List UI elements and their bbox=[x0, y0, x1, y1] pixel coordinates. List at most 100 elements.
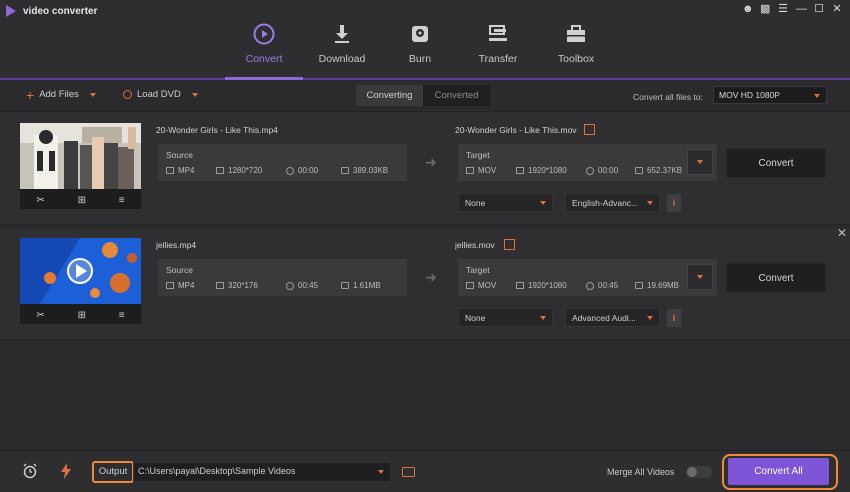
thumbnail-tools: ✂ ⊞ ≡ bbox=[20, 191, 141, 209]
trim-icon[interactable]: ✂ bbox=[36, 310, 44, 321]
target-format-dropdown[interactable] bbox=[687, 149, 713, 175]
crop-icon[interactable]: ⊞ bbox=[78, 195, 86, 206]
source-format-value: MP4 bbox=[178, 166, 195, 175]
menu-icon[interactable]: ☰ bbox=[778, 3, 788, 15]
status-tabs: Converting Converted bbox=[356, 85, 490, 106]
lightning-icon[interactable] bbox=[60, 463, 72, 482]
clock-icon bbox=[286, 281, 294, 290]
info-icon[interactable]: i bbox=[667, 194, 681, 212]
nav-toolbox[interactable]: Toolbox bbox=[537, 18, 615, 80]
source-size: 1.61MB bbox=[341, 281, 381, 290]
source-format: MP4 bbox=[166, 281, 194, 290]
thumbnail-tools: ✂ ⊞ ≡ bbox=[20, 306, 141, 324]
info-icon[interactable]: i bbox=[667, 309, 681, 327]
target-panel: Target MOV 1920*1080 00:00 652.37KB bbox=[458, 144, 717, 181]
arrow-right-icon: ➜ bbox=[425, 269, 437, 285]
toolbar: + Add Files Load DVD Converting Converte… bbox=[0, 80, 850, 112]
nav-download-label: Download bbox=[318, 53, 366, 65]
alarm-clock-icon[interactable] bbox=[22, 463, 38, 482]
window-controls: ☻ ▩ ☰ — ☐ ✕ bbox=[742, 3, 842, 15]
resolution-icon bbox=[516, 167, 524, 174]
convert-button[interactable]: Convert bbox=[726, 148, 826, 178]
chevron-down-icon[interactable] bbox=[89, 92, 96, 97]
minimize-icon[interactable]: — bbox=[796, 3, 807, 15]
arrow-right-icon: ➜ bbox=[425, 154, 437, 170]
target-filename: 20-Wonder Girls - Like This.mov bbox=[455, 125, 577, 135]
chevron-down-icon bbox=[378, 470, 384, 474]
edit-icon[interactable] bbox=[584, 124, 595, 135]
subtitle-select[interactable]: None bbox=[458, 308, 553, 327]
merge-toggle[interactable] bbox=[686, 466, 712, 478]
target-format-value: MOV bbox=[478, 166, 497, 175]
effects-icon[interactable]: ≡ bbox=[119, 310, 125, 321]
source-format: MP4 bbox=[166, 166, 194, 175]
source-format-value: MP4 bbox=[178, 281, 195, 290]
subtitle-select[interactable]: None bbox=[458, 193, 553, 212]
maximize-icon[interactable]: ☐ bbox=[814, 3, 824, 15]
convert-all-button[interactable]: Convert All bbox=[728, 458, 829, 485]
source-duration-value: 00:00 bbox=[298, 166, 319, 175]
source-label: Source bbox=[166, 265, 193, 275]
add-files-label: Add Files bbox=[39, 89, 79, 100]
add-files-button[interactable]: + Add Files bbox=[26, 86, 96, 103]
audio-select[interactable]: Advanced Audi... bbox=[565, 308, 660, 327]
chevron-down-icon[interactable] bbox=[191, 92, 198, 97]
nav-burn[interactable]: Burn bbox=[381, 18, 459, 80]
edit-icon[interactable] bbox=[504, 239, 515, 250]
source-label: Source bbox=[166, 150, 193, 160]
load-dvd-button[interactable]: Load DVD bbox=[123, 89, 198, 100]
source-resolution: 1280*720 bbox=[216, 166, 262, 175]
trim-icon[interactable]: ✂ bbox=[36, 195, 44, 206]
close-icon[interactable]: ✕ bbox=[832, 3, 842, 15]
clock-icon bbox=[286, 166, 294, 175]
remove-file-icon[interactable]: ✕ bbox=[837, 226, 847, 240]
target-duration-value: 00:45 bbox=[598, 281, 619, 290]
tab-converted[interactable]: Converted bbox=[423, 85, 490, 106]
nav-download[interactable]: Download bbox=[303, 18, 381, 80]
target-resolution: 1920*1080 bbox=[516, 281, 567, 290]
effects-icon[interactable]: ≡ bbox=[119, 195, 125, 206]
video-thumbnail[interactable]: ✂ ⊞ ≡ bbox=[20, 123, 141, 209]
folder-icon bbox=[341, 167, 349, 174]
output-format-value: MOV HD 1080P bbox=[719, 90, 780, 100]
audio-select[interactable]: English-Advanc... bbox=[565, 193, 660, 212]
output-path-value: C:\Users\payal\Desktop\Sample Videos bbox=[138, 466, 296, 476]
chevron-down-icon bbox=[697, 160, 703, 164]
nav-convert-label: Convert bbox=[245, 53, 283, 65]
film-icon bbox=[466, 282, 474, 289]
plus-icon: + bbox=[26, 86, 35, 103]
logo-icon bbox=[6, 5, 16, 17]
convert-all-label: Convert all files to: bbox=[633, 92, 703, 102]
target-resolution: 1920*1080 bbox=[516, 166, 567, 175]
output-format-select[interactable]: MOV HD 1080P bbox=[713, 86, 827, 104]
target-size: 19.69MB bbox=[635, 281, 679, 290]
target-format: MOV bbox=[466, 281, 496, 290]
toolbox-icon bbox=[566, 22, 586, 46]
download-icon bbox=[333, 22, 351, 46]
app-title: video converter bbox=[23, 5, 98, 17]
tab-converting[interactable]: Converting bbox=[356, 85, 423, 106]
nav-transfer[interactable]: Transfer bbox=[459, 18, 537, 80]
file-row: ✂ ⊞ ≡ 20-Wonder Girls - Like This.mp4 So… bbox=[0, 113, 850, 225]
chat-icon[interactable]: ▩ bbox=[760, 3, 770, 15]
output-path-select[interactable]: C:\Users\payal\Desktop\Sample Videos bbox=[133, 462, 391, 482]
chevron-down-icon bbox=[540, 201, 546, 205]
target-format-value: MOV bbox=[478, 281, 497, 290]
clock-icon bbox=[586, 166, 594, 175]
app-logo: video converter bbox=[6, 5, 97, 17]
chevron-down-icon bbox=[647, 316, 653, 320]
transfer-icon bbox=[488, 22, 508, 46]
nav-convert[interactable]: Convert bbox=[225, 18, 303, 80]
user-icon[interactable]: ☻ bbox=[742, 3, 754, 15]
crop-icon[interactable]: ⊞ bbox=[78, 310, 86, 321]
output-label: Output bbox=[92, 461, 134, 483]
target-label: Target bbox=[466, 265, 490, 275]
target-size-value: 652.37KB bbox=[647, 166, 683, 175]
target-format-dropdown[interactable] bbox=[687, 264, 713, 290]
target-panel: Target MOV 1920*1080 00:45 19.69MB bbox=[458, 259, 717, 296]
video-thumbnail[interactable]: ✂ ⊞ ≡ bbox=[20, 238, 141, 324]
target-filename: jellies.mov bbox=[455, 240, 495, 250]
convert-button[interactable]: Convert bbox=[726, 263, 826, 293]
open-folder-icon[interactable] bbox=[402, 467, 415, 477]
source-duration: 00:00 bbox=[286, 166, 318, 175]
